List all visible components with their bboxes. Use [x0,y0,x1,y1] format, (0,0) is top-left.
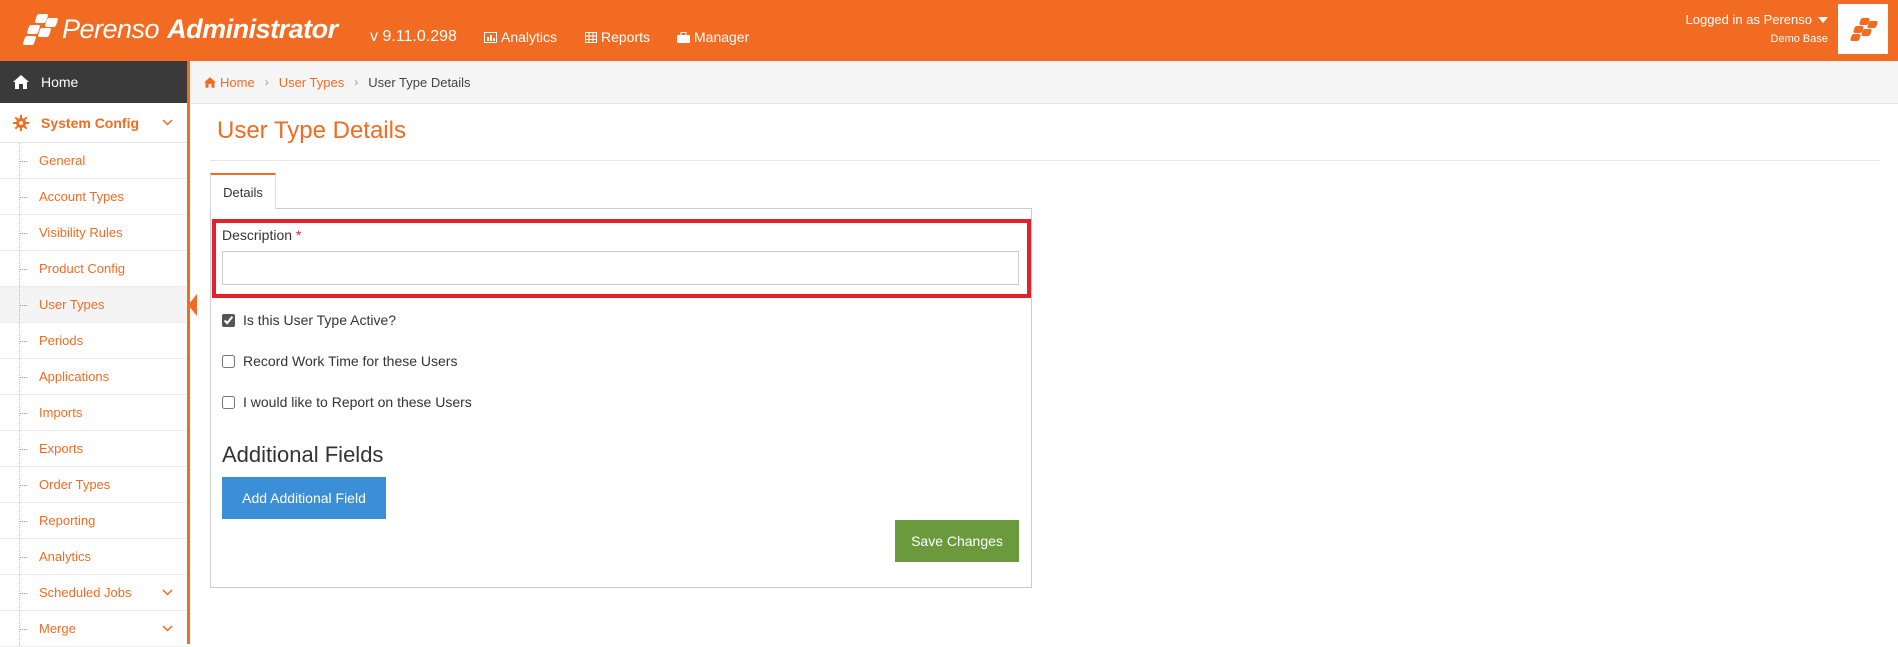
sidebar-item-label: Analytics [39,549,92,564]
sidebar-item-label: User Types [39,297,105,312]
sidebar-item-order-types[interactable]: Order Types [0,467,187,503]
sidebar-item-exports[interactable]: Exports [0,431,187,467]
avatar[interactable] [1838,4,1888,54]
chevron-down-icon [162,119,173,126]
sidebar-item-periods[interactable]: Periods [0,323,187,359]
sidebar-item-label: Scheduled Jobs [39,585,132,600]
sidebar-item-label: Exports [39,441,84,456]
description-input[interactable] [222,251,1019,285]
sidebar-item-label: Order Types [39,477,111,492]
table-icon [585,31,597,43]
sidebar-item-label: Home [41,74,79,90]
home-icon [204,76,216,88]
report-checkbox-row[interactable]: I would like to Report on these Users [222,394,472,410]
chevron-down-icon [162,625,173,632]
sidebar-item-product-config[interactable]: Product Config [0,251,187,287]
logged-in-label: Logged in as Perenso [1685,12,1812,27]
brand-suffix: Administrator [167,13,338,44]
sidebar-item-label: Visibility Rules [39,225,123,240]
active-checkbox-label: Is this User Type Active? [243,312,397,328]
work-time-checkbox[interactable] [222,354,235,368]
active-indicator [188,294,197,316]
breadcrumb-home-label: Home [220,74,255,90]
sidebar-item-label: Reporting [39,513,96,528]
nav-manager[interactable]: Manager [677,29,749,45]
nav-analytics[interactable]: Analytics [484,29,557,45]
description-label-text: Description [222,227,293,243]
sidebar-item-label: Periods [39,333,84,348]
top-bar: Perenso Administrator v 9.11.0.298 Analyt… [0,0,1898,61]
sidebar-item-merge[interactable]: Merge [0,611,187,647]
chart-icon [484,31,497,43]
briefcase-icon [677,31,690,43]
breadcrumb-current: User Type Details [368,74,471,90]
nav-manager-label: Manager [694,29,750,45]
report-checkbox-label: I would like to Report on these Users [243,394,472,410]
description-label: Description * [222,227,301,243]
add-additional-field-button[interactable]: Add Additional Field [222,477,386,519]
chevron-right-icon: › [354,75,359,89]
sidebar-item-label: Merge [39,621,76,636]
report-checkbox[interactable] [222,395,235,409]
sidebar-item-home[interactable]: Home [0,61,187,103]
sidebar-item-general[interactable]: General [0,143,187,179]
sidebar-item-label: Imports [39,405,83,420]
breadcrumb-home[interactable]: Home [204,75,255,90]
brand-name: Perenso [62,13,160,44]
breadcrumb: Home › User Types › User Type Details [190,61,1898,104]
app-version: v 9.11.0.298 [370,28,457,45]
active-checkbox[interactable] [222,313,235,327]
tab-details[interactable]: Details [210,173,276,209]
breadcrumb-user-types[interactable]: User Types [279,75,345,90]
sidebar-item-label: Applications [39,369,110,384]
sidebar-item-user-types[interactable]: User Types [0,287,197,323]
work-time-checkbox-row[interactable]: Record Work Time for these Users [222,353,457,369]
sidebar-item-scheduled-jobs[interactable]: Scheduled Jobs [0,575,187,611]
sidebar-item-label: Account Types [39,189,125,204]
nav-reports[interactable]: Reports [585,29,650,45]
sidebar: Home System Config General Account Types… [0,61,197,647]
sidebar-item-applications[interactable]: Applications [0,359,187,395]
nav-reports-label: Reports [601,29,651,45]
sidebar-item-analytics[interactable]: Analytics [0,539,187,575]
company-name: Demo Base [1770,33,1828,45]
sidebar-section-system-config[interactable]: System Config [0,103,187,143]
sidebar-item-label: Product Config [39,261,125,276]
active-checkbox-row[interactable]: Is this User Type Active? [222,312,396,328]
sidebar-item-label: General [39,153,86,168]
app-logo[interactable]: Perenso Administrator [22,9,338,49]
required-mark: * [295,227,302,243]
save-changes-button[interactable]: Save Changes [895,520,1019,562]
sidebar-section-label: System Config [41,114,140,131]
nav-analytics-label: Analytics [501,29,558,45]
logo-icon [22,12,59,46]
sidebar-item-account-types[interactable]: Account Types [0,179,187,215]
sidebar-item-imports[interactable]: Imports [0,395,187,431]
sidebar-item-reporting[interactable]: Reporting [0,503,187,539]
gear-icon [13,114,29,131]
page-title: User Type Details [217,117,406,144]
additional-fields-heading: Additional Fields [222,442,384,467]
chevron-down-icon [162,589,173,596]
work-time-checkbox-label: Record Work Time for these Users [243,353,458,369]
caret-down-icon [1818,16,1828,23]
user-menu[interactable]: Logged in as Perenso Demo Base [1686,12,1828,45]
home-icon [13,75,29,89]
sidebar-item-visibility-rules[interactable]: Visibility Rules [0,215,187,251]
logo-icon [1849,17,1879,41]
divider [210,160,1880,161]
chevron-right-icon: › [264,75,269,89]
